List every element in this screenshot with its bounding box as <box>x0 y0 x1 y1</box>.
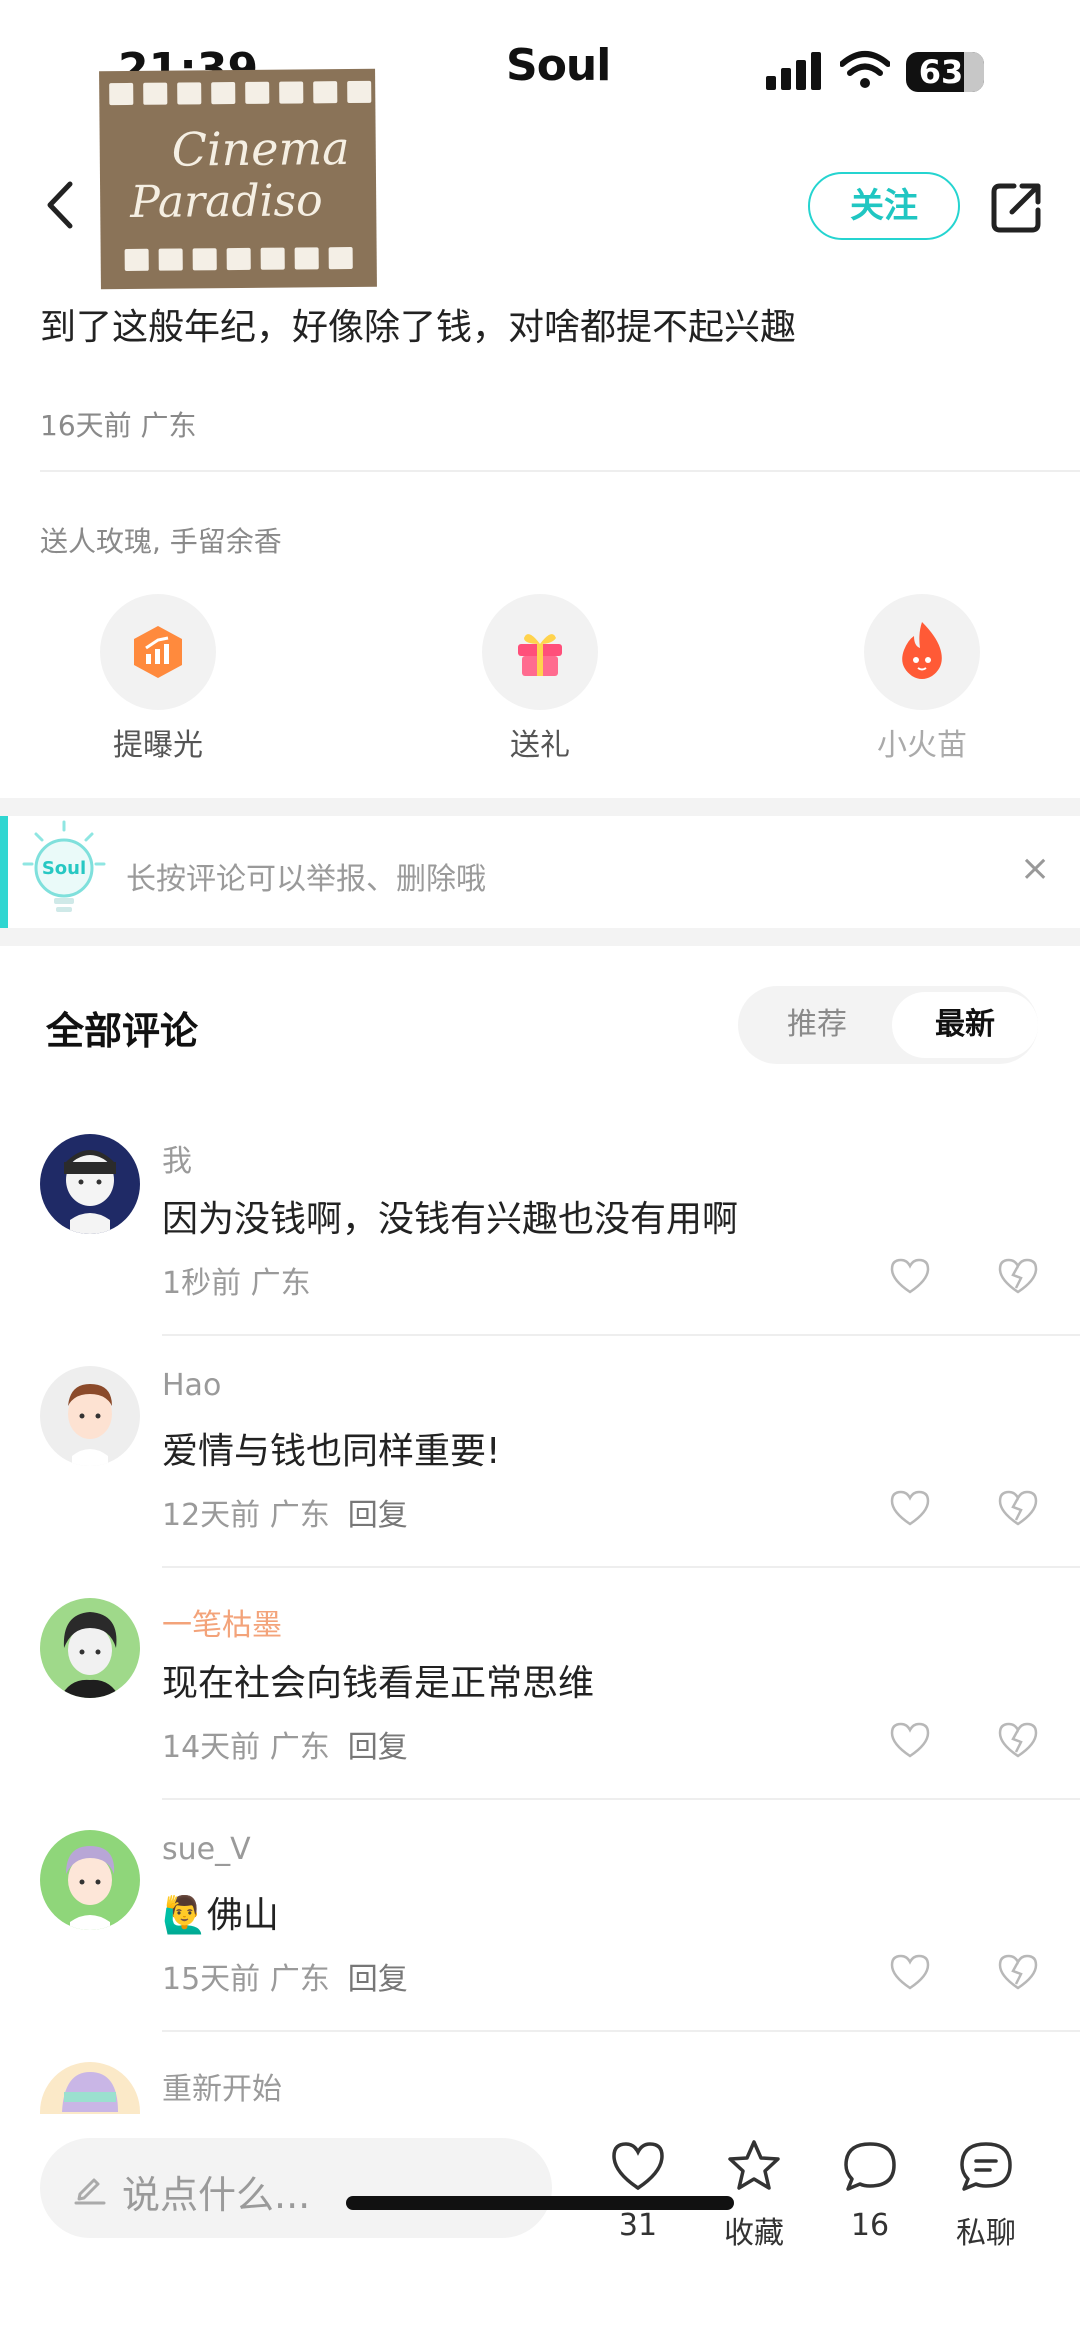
comment-meta: 14天前 广东 回复 <box>162 1722 408 1766</box>
broken-heart-icon[interactable] <box>996 1256 1040 1296</box>
like-icon[interactable] <box>888 1488 932 1528</box>
battery-icon: 63 <box>906 52 984 92</box>
like-button[interactable]: 31 <box>588 2136 688 2243</box>
tip-text: 长按评论可以举报、删除哦 <box>126 862 486 897</box>
comment-input-placeholder: 说点什么... <box>122 2173 311 2217</box>
comment-time-location: 12天前 广东 <box>162 1498 330 1533</box>
comment-text: 爱情与钱也同样重要! <box>162 1431 501 1472</box>
send-gift-label: 送礼 <box>510 728 570 763</box>
comment-author[interactable]: 一笔枯墨 <box>162 1600 282 1644</box>
flame-label: 小火苗 <box>877 728 967 763</box>
comment-item[interactable]: Hao 爱情与钱也同样重要! 12天前 广东 回复 <box>0 1366 1080 1598</box>
avatar[interactable] <box>40 1366 140 1466</box>
sort-recommended[interactable]: 推荐 <box>744 992 890 1058</box>
status-app-name: Soul <box>506 40 611 91</box>
divider <box>40 470 1080 472</box>
avatar[interactable] <box>40 1830 140 1930</box>
boost-icon <box>134 626 182 678</box>
comment-text: 🙋‍♂️佛山 <box>162 1895 279 1936</box>
broken-heart-icon[interactable] <box>996 1488 1040 1528</box>
comment-meta: 1秒前 广东 <box>162 1258 311 1302</box>
heart-icon <box>612 2142 664 2191</box>
reply-button[interactable]: 回复 <box>348 1498 408 1533</box>
comment-bubble-icon <box>844 2142 896 2191</box>
comment-author[interactable]: 我 <box>162 1136 192 1180</box>
comment-divider <box>162 2030 1080 2032</box>
gift-caption: 送人玫瑰, 手留余香 <box>40 525 282 558</box>
section-separator <box>0 798 1080 816</box>
chat-label: 私聊 <box>956 2216 1016 2251</box>
pencil-icon <box>74 2178 106 2205</box>
comment-item[interactable]: 一笔枯墨 现在社会向钱看是正常思维 14天前 广东 回复 <box>0 1598 1080 1830</box>
home-indicator <box>346 2196 734 2210</box>
flame-button[interactable]: 小火苗 <box>822 594 1022 764</box>
avatar[interactable] <box>40 2062 140 2114</box>
back-button[interactable] <box>40 180 80 230</box>
comment-author[interactable]: 重新开始 <box>162 2064 282 2108</box>
comment-divider <box>162 1334 1080 1336</box>
comment-button[interactable]: 16 <box>820 2136 920 2243</box>
star-icon <box>728 2140 780 2190</box>
signal-icon <box>766 52 822 90</box>
battery-level: 63 <box>918 53 964 91</box>
bottom-bar: 说点什么... 31 收藏 16 私聊 <box>0 2114 1080 2341</box>
chat-icon <box>960 2142 1012 2191</box>
sticker-line-2: Paradiso <box>129 175 323 228</box>
comments-title: 全部评论 <box>46 1009 199 1053</box>
sticker-line-1: Cinema <box>171 121 350 177</box>
comment-text: 现在社会向钱看是正常思维 <box>162 1663 595 1704</box>
tip-banner[interactable]: Soul 长按评论可以举报、删除哦 × <box>0 816 1080 928</box>
reply-button[interactable]: 回复 <box>348 1730 408 1765</box>
collect-button[interactable]: 收藏 <box>704 2136 804 2252</box>
wifi-icon <box>840 51 890 88</box>
lightbulb-icon: Soul <box>22 820 106 912</box>
soul-badge: Soul <box>42 858 86 879</box>
comment-count: 16 <box>850 2208 890 2243</box>
boost-label: 提曝光 <box>113 728 203 763</box>
comment-time-location: 15天前 广东 <box>162 1962 330 1997</box>
like-icon[interactable] <box>888 1952 932 1992</box>
comment-divider <box>162 1566 1080 1568</box>
avatar[interactable] <box>40 1598 140 1698</box>
broken-heart-icon[interactable] <box>996 1720 1040 1760</box>
share-icon[interactable] <box>990 180 1044 234</box>
comment-item[interactable]: sue_V 🙋‍♂️佛山 15天前 广东 回复 <box>0 1830 1080 2062</box>
boost-button[interactable]: 提曝光 <box>58 594 258 764</box>
reply-button[interactable]: 回复 <box>348 1962 408 1997</box>
avatar[interactable] <box>40 1134 140 1234</box>
comment-divider <box>162 1798 1080 1800</box>
send-gift-button[interactable]: 送礼 <box>440 594 640 764</box>
comment-input[interactable]: 说点什么... <box>40 2138 552 2238</box>
follow-button[interactable]: 关注 <box>808 172 960 240</box>
sort-toggle: 推荐 最新 <box>738 986 1038 1064</box>
close-icon[interactable]: × <box>1020 848 1050 889</box>
comment-author[interactable]: sue_V <box>162 1832 251 1867</box>
comment-item[interactable]: 我 因为没钱啊，没钱有兴趣也没有用啊 1秒前 广东 <box>0 1134 1080 1366</box>
gift-icon <box>518 634 562 676</box>
comment-item[interactable]: 重新开始 <box>0 2062 1080 2114</box>
tip-accent <box>0 816 8 928</box>
section-separator <box>0 928 1080 946</box>
collect-label: 收藏 <box>724 2216 784 2251</box>
like-icon[interactable] <box>888 1720 932 1760</box>
comment-meta: 15天前 广东 回复 <box>162 1954 408 1998</box>
post-text: 到了这般年纪，好像除了钱，对啥都提不起兴趣 <box>40 307 797 348</box>
comment-meta: 12天前 广东 回复 <box>162 1490 408 1534</box>
comment-time-location: 14天前 广东 <box>162 1730 330 1765</box>
comment-text: 因为没钱啊，没钱有兴趣也没有用啊 <box>162 1199 739 1240</box>
like-count: 31 <box>618 2208 658 2243</box>
private-chat-button[interactable]: 私聊 <box>936 2136 1036 2252</box>
comment-time-location: 1秒前 广东 <box>162 1266 311 1301</box>
sort-latest[interactable]: 最新 <box>892 992 1038 1058</box>
broken-heart-icon[interactable] <box>996 1952 1040 1992</box>
comment-author[interactable]: Hao <box>162 1368 221 1403</box>
like-icon[interactable] <box>888 1256 932 1296</box>
post-meta: 16天前 广东 <box>40 409 197 442</box>
flame-icon <box>902 622 942 679</box>
cinema-paradiso-sticker: Cinema Paradiso <box>99 68 377 290</box>
